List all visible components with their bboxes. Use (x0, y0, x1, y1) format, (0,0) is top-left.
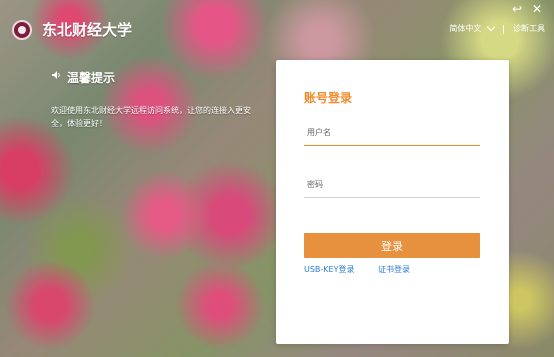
password-underline (304, 197, 480, 198)
login-card: 账号登录 登录 USB-KEY登录 证书登录 (276, 60, 509, 344)
top-bar: 东北财经大学 ↩ ✕ 简体中文 诊断工具 (0, 0, 554, 50)
chevron-down-icon[interactable] (486, 22, 496, 32)
diagnose-tool-link[interactable]: 诊断工具 (513, 23, 545, 35)
university-logo (12, 20, 32, 40)
username-underline (304, 145, 480, 146)
usb-key-login-link[interactable]: USB-KEY登录 (304, 264, 355, 275)
notice-title: 温馨提示 (67, 71, 116, 85)
speaker-icon (52, 71, 60, 79)
language-selector[interactable]: 简体中文 (449, 23, 481, 35)
notice-panel: 温馨提示 欢迎使用东北财经大学远程访问系统，让您的连接入更安全，体验更好！ (43, 60, 255, 135)
login-button[interactable]: 登录 (304, 233, 480, 258)
toolbar-divider (503, 24, 505, 34)
notice-message: 欢迎使用东北财经大学远程访问系统，让您的连接入更安全，体验更好！ (51, 106, 251, 128)
language-toolbar: 简体中文 诊断工具 (449, 22, 545, 36)
login-title: 账号登录 (304, 91, 353, 105)
username-field[interactable] (304, 118, 480, 146)
app-title: 东北财经大学 (42, 21, 133, 39)
back-icon[interactable]: ↩ (510, 2, 524, 16)
password-input[interactable] (304, 170, 480, 198)
username-input[interactable] (304, 118, 480, 146)
window-controls: ↩ ✕ (488, 2, 548, 16)
close-icon[interactable]: ✕ (530, 2, 544, 16)
password-field[interactable] (304, 170, 480, 198)
certificate-login-link[interactable]: 证书登录 (378, 264, 410, 275)
